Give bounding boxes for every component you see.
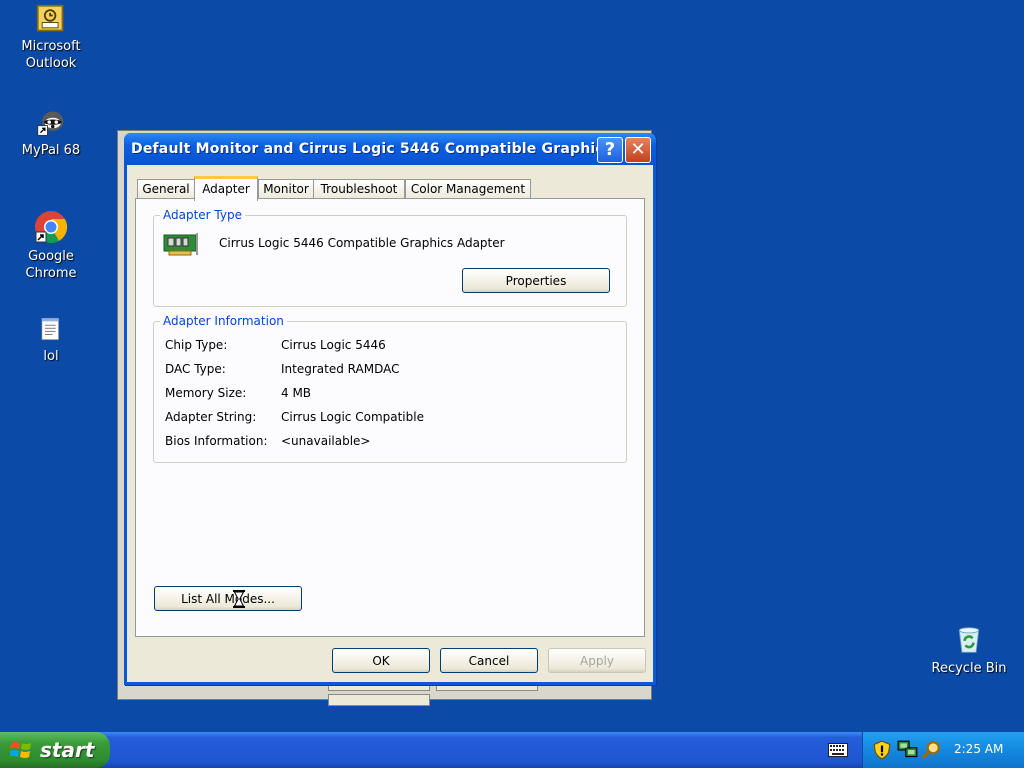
adapter-type-legend: Adapter Type: [160, 208, 245, 222]
adapter-information-legend: Adapter Information: [160, 314, 287, 328]
chrome-icon: [35, 211, 68, 244]
list-all-modes-button[interactable]: List All Modes...: [154, 586, 302, 611]
info-label: Bios Information:: [165, 434, 268, 448]
close-icon: ✕: [630, 139, 646, 160]
tab-troubleshoot[interactable]: Troubleshoot: [313, 179, 405, 199]
desktop-icon-label: Outlook: [25, 56, 77, 71]
apply-button[interactable]: Apply: [548, 648, 646, 673]
desktop-icon-recycle-bin[interactable]: Recycle Bin: [919, 624, 1019, 677]
dac-type-row: DAC Type: Integrated RAMDAC: [165, 362, 399, 376]
outlook-icon: [36, 4, 64, 32]
start-label: start: [40, 738, 95, 762]
network-icon[interactable]: [897, 740, 919, 760]
recycle-bin-icon: [958, 627, 980, 653]
desktop-icon-label: Google Chrome: [25, 249, 77, 281]
desktop-icon-outlook[interactable]: Microsoft Outlook: [1, 4, 101, 72]
mypal-icon: [37, 111, 64, 136]
adapter-string-row: Adapter String: Cirrus Logic Compatible: [165, 410, 424, 424]
dialog-title: Default Monitor and Cirrus Logic 5446 Co…: [131, 141, 621, 157]
properties-button[interactable]: Properties: [462, 268, 610, 293]
tab-adapter[interactable]: Adapter: [194, 176, 258, 201]
clock[interactable]: 2:25 AM: [954, 742, 1003, 756]
desktop-icon-label: Recycle Bin: [931, 661, 1007, 676]
help-button[interactable]: ?: [597, 137, 623, 163]
info-value: Cirrus Logic 5446: [281, 338, 386, 352]
adapter-information-group: Adapter Information Chip Type: Cirrus Log…: [153, 314, 627, 463]
info-label: Memory Size:: [165, 386, 247, 400]
adapter-type-group: Adapter Type Cirrus Logic 5446 Compatibl…: [153, 208, 627, 307]
desktop-icon-label: lol: [43, 349, 59, 364]
keyboard-icon[interactable]: [828, 742, 848, 758]
notepad-icon: [41, 317, 60, 341]
cancel-button[interactable]: Cancel: [440, 648, 538, 673]
tab-label: Troubleshoot: [320, 182, 398, 196]
desktop-icon-chrome[interactable]: Google Chrome: [1, 210, 101, 282]
info-value: Cirrus Logic Compatible: [281, 410, 424, 424]
tab-label: Color Management: [410, 182, 526, 196]
dialog-client-area: General Adapter Monitor Troubleshoot Col…: [127, 165, 653, 682]
info-label: Chip Type:: [165, 338, 228, 352]
hourglass-cursor-icon: [233, 590, 245, 608]
windows-logo-icon: [10, 742, 31, 758]
tab-label: Monitor: [263, 182, 309, 196]
memory-size-row: Memory Size: 4 MB: [165, 386, 311, 400]
chip-type-row: Chip Type: Cirrus Logic 5446: [165, 338, 386, 352]
tab-general[interactable]: General: [137, 179, 195, 199]
start-button[interactable]: start: [0, 732, 110, 768]
adapter-name: Cirrus Logic 5446 Compatible Graphics Ad…: [219, 236, 505, 250]
info-label: Adapter String:: [165, 410, 257, 424]
dialog-titlebar[interactable]: Default Monitor and Cirrus Logic 5446 Co…: [124, 133, 656, 165]
adapter-properties-dialog: Default Monitor and Cirrus Logic 5446 Co…: [124, 133, 656, 685]
desktop-icon-mypal[interactable]: MyPal 68: [1, 108, 101, 159]
taskbar: start 2:25 AM: [0, 732, 1024, 768]
ok-button[interactable]: OK: [332, 648, 430, 673]
tab-label: Adapter: [202, 182, 250, 196]
adapter-tab-panel: Adapter Type Cirrus Logic 5446 Compatibl…: [135, 198, 645, 637]
desktop-icon-label: Microsoft: [21, 39, 81, 54]
info-label: DAC Type:: [165, 362, 226, 376]
close-button[interactable]: ✕: [625, 137, 651, 163]
info-value: <unavailable>: [281, 434, 371, 448]
bios-information-row: Bios Information: <unavailable>: [165, 434, 370, 448]
tab-monitor[interactable]: Monitor: [258, 179, 314, 199]
desktop-icon-label: MyPal 68: [21, 143, 81, 158]
info-value: Integrated RAMDAC: [281, 362, 400, 376]
graphics-card-icon: [163, 233, 198, 256]
help-icon: ?: [604, 139, 616, 160]
search-icon[interactable]: [921, 740, 941, 760]
security-shield-icon[interactable]: [873, 740, 891, 760]
desktop-icon-lol[interactable]: lol: [1, 314, 101, 365]
info-value: 4 MB: [281, 386, 312, 400]
tab-color-management[interactable]: Color Management: [405, 179, 531, 199]
tab-label: General: [142, 182, 190, 196]
